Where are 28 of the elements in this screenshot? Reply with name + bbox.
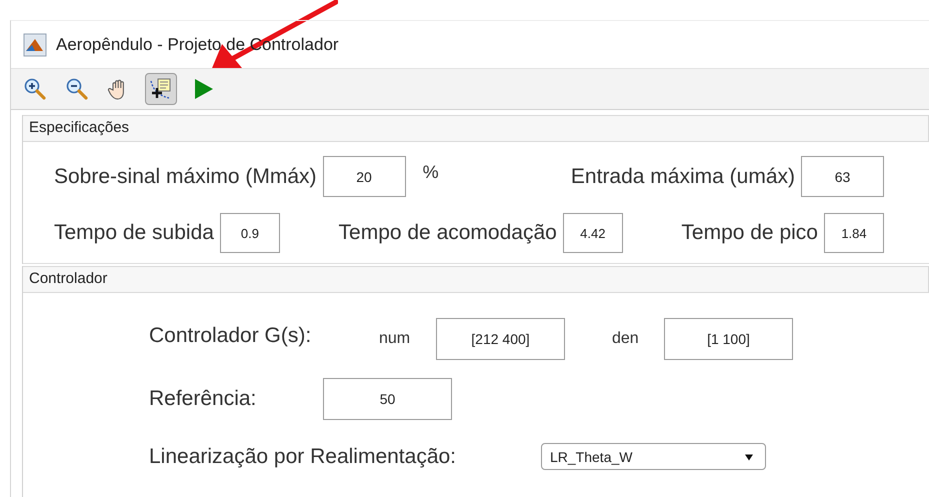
field-label: Sobre-sinal máximo (Mmáx) [54, 164, 317, 188]
field-label: Linearização por Realimentação: [149, 444, 458, 468]
panel-header: Especificações [23, 115, 929, 142]
input-field[interactable]: 0.9 [220, 213, 280, 253]
input-field[interactable]: 50 [323, 378, 452, 420]
app-icon [23, 32, 47, 56]
dropdown-value: LR_Theta_W [550, 448, 632, 464]
dropdown[interactable]: LR_Theta_W [541, 443, 766, 470]
input-field[interactable]: 20 [322, 156, 406, 197]
zoom-in-icon [23, 77, 47, 101]
input-field[interactable]: 1.84 [824, 213, 884, 253]
field-label: den [612, 330, 640, 348]
toolbar-button[interactable] [145, 73, 177, 105]
field-label: num [379, 330, 412, 348]
unit-label: % [422, 162, 439, 183]
input-field[interactable]: [1 100] [664, 318, 793, 360]
field-label: Tempo de acomodação [338, 221, 557, 245]
field-label: Tempo de subida [54, 221, 214, 245]
data-cursor-icon [149, 77, 173, 101]
field-label: Entrada máxima (umáx) [570, 164, 795, 188]
zoom-out-icon [65, 77, 89, 101]
input-field[interactable]: 63 [801, 156, 884, 197]
input-field[interactable]: 4.42 [562, 213, 623, 253]
field-label: Referência: [149, 387, 258, 411]
panel-header: Controlador [23, 266, 929, 293]
field-label: Controlador G(s): [149, 324, 312, 348]
input-field[interactable]: [212 400] [436, 318, 565, 360]
field-label: Tempo de pico [681, 221, 818, 245]
